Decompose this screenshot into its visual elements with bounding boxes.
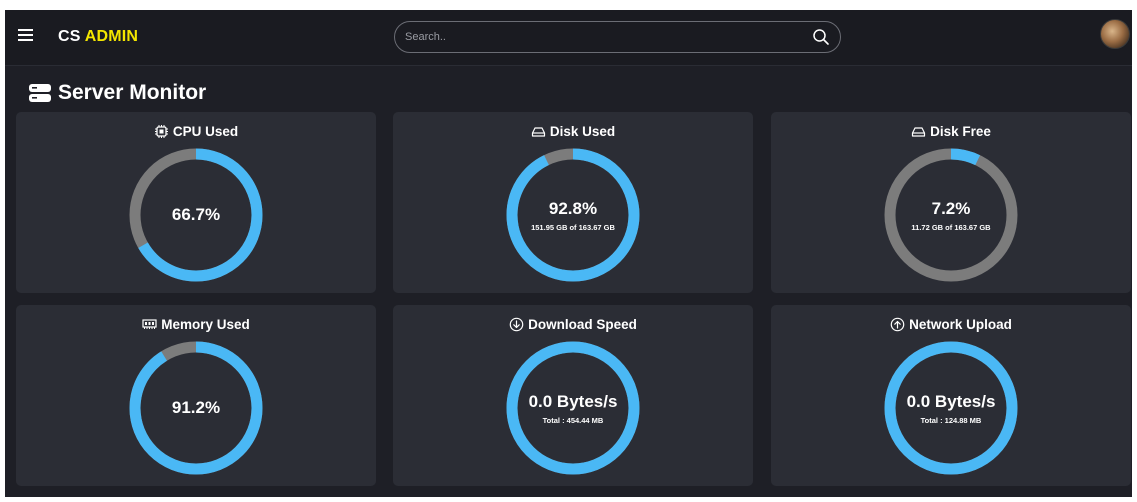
search-bar — [394, 21, 841, 53]
app-window: CS ADMIN Server Monitor CPU Used 66.7% Dis… — [5, 10, 1132, 497]
download-icon — [509, 317, 524, 332]
card-title-label: Disk Free — [930, 124, 991, 139]
card-title-label: CPU Used — [172, 124, 239, 139]
gauge-value: 0.0 Bytes/s — [528, 391, 618, 411]
gauge-value: 91.2% — [171, 398, 221, 417]
search-icon[interactable] — [812, 28, 830, 46]
card-title: Memory Used — [16, 317, 376, 332]
card-title-label: Download Speed — [528, 317, 637, 332]
gauge-value: 66.7% — [171, 205, 221, 224]
server-icon — [29, 84, 51, 102]
page-title: Server Monitor — [58, 81, 207, 104]
brand-logo[interactable]: CS ADMIN — [58, 28, 138, 46]
gauge-detail: 11.72 GB of 163.67 GB — [911, 222, 991, 232]
card-title: Network Upload — [771, 317, 1131, 332]
gauge: 91.2% — [127, 339, 265, 477]
gauge-value: 7.2% — [931, 198, 971, 218]
gauge: 0.0 Bytes/s Total : 454.44 MB — [504, 339, 642, 477]
gauge: 7.2% 11.72 GB of 163.67 GB — [882, 146, 1020, 284]
gauge-detail: Total : 454.44 MB — [542, 415, 604, 425]
metric-card: Disk Used 92.8% 151.95 GB of 163.67 GB — [393, 112, 753, 293]
card-title-label: Network Upload — [909, 317, 1012, 332]
gauge-value: 92.8% — [548, 198, 598, 218]
gauge-detail: Total : 124.88 MB — [920, 415, 982, 425]
avatar[interactable] — [1100, 19, 1130, 49]
gauge: 92.8% 151.95 GB of 163.67 GB — [504, 146, 642, 284]
card-title-label: Memory Used — [161, 317, 250, 332]
gauge-center: 91.2% — [127, 339, 265, 477]
brand-prefix: CS — [58, 28, 81, 45]
brand-accent: ADMIN — [84, 28, 139, 45]
card-title: Disk Used — [393, 124, 753, 139]
gauge-center: 7.2% 11.72 GB of 163.67 GB — [882, 146, 1020, 284]
gauge-center: 66.7% — [127, 146, 265, 284]
menu-icon[interactable] — [16, 26, 36, 48]
metric-card: Download Speed 0.0 Bytes/s Total : 454.44 … — [393, 305, 753, 486]
cpu-icon — [154, 125, 168, 138]
card-title: Download Speed — [393, 317, 753, 332]
metric-card: Memory Used 91.2% — [16, 305, 376, 486]
disk-icon — [911, 127, 926, 137]
disk-icon — [531, 127, 545, 137]
metric-card: Network Upload 0.0 Bytes/s Total : 124.88 … — [771, 305, 1131, 486]
gauge-center: 0.0 Bytes/s Total : 124.88 MB — [882, 339, 1020, 477]
metric-card: Disk Free 7.2% 11.72 GB of 163.67 GB — [771, 112, 1131, 293]
card-title: Disk Free — [771, 124, 1131, 139]
gauge-center: 92.8% 151.95 GB of 163.67 GB — [504, 146, 642, 284]
search-input[interactable] — [395, 22, 795, 52]
page-header: Server Monitor — [28, 79, 206, 107]
card-title: CPU Used — [16, 124, 376, 139]
memory-icon — [142, 319, 157, 329]
gauge: 66.7% — [127, 146, 265, 284]
gauge: 0.0 Bytes/s Total : 124.88 MB — [882, 339, 1020, 477]
card-title-label: Disk Used — [549, 124, 616, 139]
gauge-center: 0.0 Bytes/s Total : 454.44 MB — [504, 339, 642, 477]
top-bar: CS ADMIN — [5, 10, 1132, 66]
upload-icon — [890, 317, 905, 332]
gauge-value: 0.0 Bytes/s — [906, 391, 996, 411]
metric-card: CPU Used 66.7% — [16, 112, 376, 293]
gauge-detail: 151.95 GB of 163.67 GB — [531, 222, 615, 232]
